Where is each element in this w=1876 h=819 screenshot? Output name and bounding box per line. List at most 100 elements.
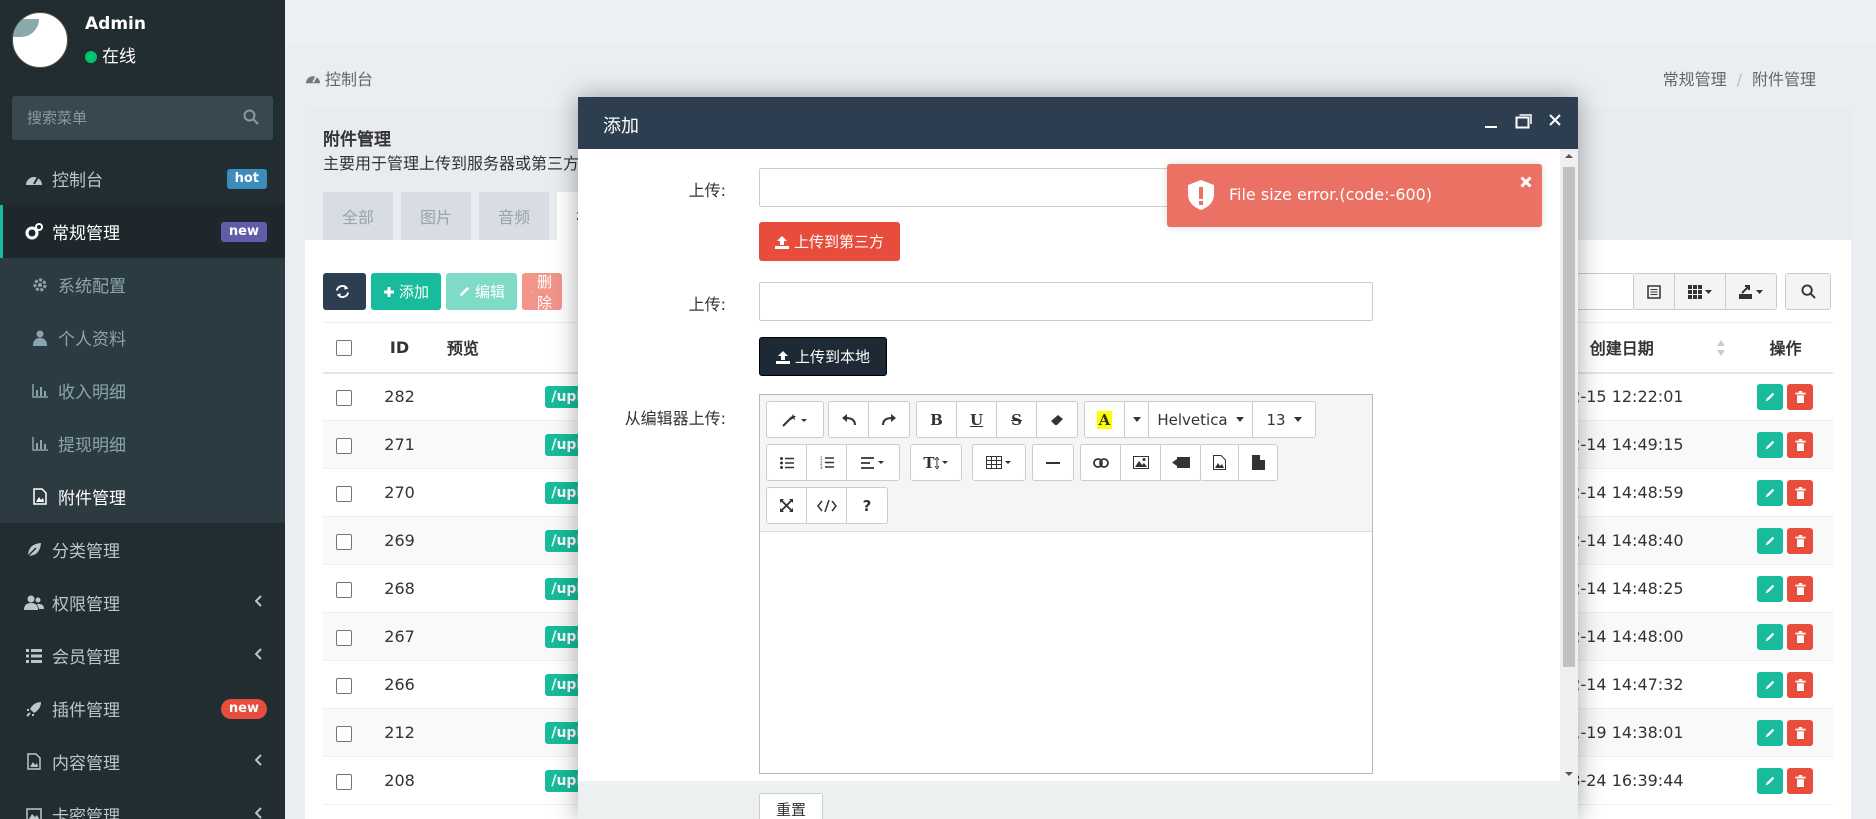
- eraser-icon[interactable]: [1037, 402, 1077, 437]
- undo-icon[interactable]: [829, 402, 869, 437]
- edit-button[interactable]: 编辑: [446, 273, 518, 310]
- search-icon[interactable]: [243, 109, 259, 125]
- row-edit-button[interactable]: [1757, 431, 1784, 458]
- row-preview[interactable]: [433, 612, 492, 661]
- color-dropdown-icon[interactable]: [1125, 402, 1149, 437]
- close-icon[interactable]: [1548, 113, 1562, 129]
- minimize-icon[interactable]: [1483, 113, 1499, 129]
- select-all-checkbox[interactable]: [336, 340, 353, 357]
- magic-style-button[interactable]: [767, 402, 823, 437]
- row-edit-button[interactable]: [1757, 575, 1784, 602]
- sidebar-item-withdraw[interactable]: 提现明细: [0, 417, 285, 470]
- sidebar-item-auth[interactable]: 权限管理: [0, 576, 285, 629]
- redo-icon[interactable]: [869, 402, 909, 437]
- sidebar-item-plugins[interactable]: 插件管理 new: [0, 682, 285, 735]
- row-delete-button[interactable]: [1787, 431, 1814, 458]
- row-preview[interactable]: [433, 468, 492, 517]
- font-family-select[interactable]: Helvetica: [1149, 402, 1253, 437]
- row-edit-button[interactable]: [1757, 671, 1784, 698]
- row-delete-button[interactable]: [1787, 527, 1814, 554]
- editor-content-area[interactable]: [760, 533, 1372, 773]
- link-icon[interactable]: [1081, 445, 1121, 480]
- tab-all[interactable]: 全部: [323, 192, 394, 240]
- col-id[interactable]: ID: [365, 322, 434, 374]
- tab-audio[interactable]: 音频: [479, 192, 550, 240]
- sidebar-item-income[interactable]: 收入明细: [0, 364, 285, 417]
- row-checkbox[interactable]: [336, 629, 353, 646]
- row-checkbox[interactable]: [336, 437, 353, 454]
- toggle-view-button[interactable]: [1634, 274, 1675, 309]
- delete-button[interactable]: 删除: [522, 273, 563, 310]
- row-checkbox[interactable]: [336, 485, 353, 502]
- columns-button[interactable]: [1675, 274, 1726, 309]
- row-delete-button[interactable]: [1787, 575, 1814, 602]
- video-icon[interactable]: [1161, 445, 1201, 480]
- insert-file-icon[interactable]: [1239, 445, 1277, 480]
- row-delete-button[interactable]: [1787, 383, 1814, 410]
- upload-third-input[interactable]: [759, 168, 1189, 207]
- horizontal-rule-icon[interactable]: [1033, 445, 1073, 480]
- ordered-list-icon[interactable]: 123: [807, 445, 847, 480]
- export-button[interactable]: [1726, 274, 1776, 309]
- sidebar-item-profile[interactable]: 个人资料: [0, 311, 285, 364]
- row-preview[interactable]: [433, 564, 492, 613]
- row-checkbox[interactable]: [336, 773, 353, 790]
- font-color-button[interactable]: A: [1085, 402, 1125, 437]
- row-edit-button[interactable]: [1757, 719, 1784, 746]
- underline-button[interactable]: U: [957, 402, 997, 437]
- row-delete-button[interactable]: [1787, 767, 1814, 794]
- row-delete-button[interactable]: [1787, 479, 1814, 506]
- avatar[interactable]: [12, 12, 68, 68]
- sidebar-item-attachment[interactable]: 附件管理: [0, 470, 285, 523]
- sidebar-item-content[interactable]: 内容管理: [0, 735, 285, 788]
- row-edit-button[interactable]: [1757, 383, 1784, 410]
- upload-third-button[interactable]: 上传到第三方: [759, 222, 901, 261]
- fullscreen-icon[interactable]: [767, 488, 807, 523]
- row-checkbox[interactable]: [336, 725, 353, 742]
- picture-icon[interactable]: [1121, 445, 1161, 480]
- row-preview[interactable]: [433, 756, 492, 805]
- align-icon[interactable]: [847, 445, 899, 480]
- scroll-thumb[interactable]: [1563, 167, 1575, 667]
- sort-icon[interactable]: [1716, 339, 1726, 357]
- row-edit-button[interactable]: [1757, 623, 1784, 650]
- row-checkbox[interactable]: [336, 581, 353, 598]
- table-search-input[interactable]: [1573, 273, 1633, 310]
- line-height-button[interactable]: T: [911, 445, 961, 480]
- code-view-icon[interactable]: [807, 488, 847, 523]
- row-preview[interactable]: [433, 660, 492, 709]
- row-preview[interactable]: [433, 708, 492, 757]
- search-toggle-button[interactable]: [1785, 273, 1831, 310]
- maximize-icon[interactable]: [1515, 113, 1532, 129]
- unordered-list-icon[interactable]: [767, 445, 807, 480]
- upload-local-input[interactable]: [759, 282, 1373, 321]
- reset-button[interactable]: 重置: [759, 793, 824, 819]
- row-edit-button[interactable]: [1757, 479, 1784, 506]
- refresh-button[interactable]: [323, 273, 366, 310]
- row-preview[interactable]: [433, 420, 492, 469]
- row-delete-button[interactable]: [1787, 671, 1814, 698]
- sidebar-item-category[interactable]: 分类管理: [0, 523, 285, 576]
- sidebar-item-dashboard[interactable]: 控制台 hot: [0, 152, 285, 205]
- row-delete-button[interactable]: [1787, 623, 1814, 650]
- dialog-scrollbar[interactable]: [1560, 149, 1578, 781]
- font-size-select[interactable]: 13: [1253, 402, 1315, 437]
- bold-button[interactable]: B: [917, 402, 957, 437]
- tab-image[interactable]: 图片: [401, 192, 472, 240]
- row-checkbox[interactable]: [336, 389, 353, 406]
- sidebar-item-members[interactable]: 会员管理: [0, 629, 285, 682]
- upload-local-button[interactable]: 上传到本地: [759, 337, 888, 376]
- row-checkbox[interactable]: [336, 533, 353, 550]
- insert-image-file-icon[interactable]: [1201, 445, 1239, 480]
- sidebar-item-cards[interactable]: 卡密管理: [0, 788, 285, 819]
- table-icon[interactable]: [973, 445, 1025, 480]
- row-edit-button[interactable]: [1757, 767, 1784, 794]
- close-icon[interactable]: [1520, 176, 1532, 188]
- sidebar-item-general[interactable]: 常规管理 new: [0, 205, 285, 258]
- breadcrumb-item[interactable]: 常规管理: [1663, 70, 1727, 89]
- row-preview[interactable]: [433, 516, 492, 565]
- row-edit-button[interactable]: [1757, 527, 1784, 554]
- strikethrough-button[interactable]: S: [997, 402, 1037, 437]
- add-button[interactable]: 添加: [371, 273, 442, 310]
- menu-search-input[interactable]: [12, 96, 232, 140]
